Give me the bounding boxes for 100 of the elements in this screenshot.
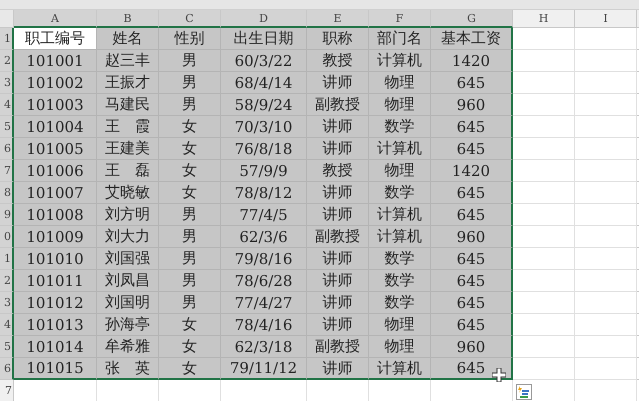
row-header[interactable]: 5 (0, 116, 14, 138)
column-header[interactable]: F (369, 10, 431, 28)
table-cell: 101002 (14, 72, 97, 94)
table-cell: 男 (159, 292, 221, 314)
table-cell: 马建民 (97, 94, 159, 116)
table-cell: 68/4/14 (221, 72, 307, 94)
column-header[interactable]: D (221, 10, 307, 28)
table-cell: 78/8/12 (221, 182, 307, 204)
table-cell: 男 (159, 50, 221, 72)
table-cell: 77/4/5 (221, 204, 307, 226)
table-cell: 部门名 (369, 28, 431, 50)
table-cell: 62/3/18 (221, 336, 307, 358)
table-cell: 讲师 (307, 358, 369, 380)
table-cell: 101013 (14, 314, 97, 336)
column-header[interactable]: E (307, 10, 369, 28)
table-cell: 645 (431, 314, 513, 336)
table-cell: 76/8/18 (221, 138, 307, 160)
table-cell: 王 磊 (97, 160, 159, 182)
table-cell: 645 (431, 138, 513, 160)
table-cell: 职称 (307, 28, 369, 50)
table-cell: 58/9/24 (221, 94, 307, 116)
table-cell: 101007 (14, 182, 97, 204)
table-cell: 物理 (369, 160, 431, 182)
table-cell: 960 (431, 336, 513, 358)
table-cell: 刘大力 (97, 226, 159, 248)
table-cell: 计算机 (369, 226, 431, 248)
row-header[interactable]: 6 (0, 358, 14, 380)
table-cell: 男 (159, 94, 221, 116)
table-cell: 男 (159, 270, 221, 292)
table-cell: 刘凤昌 (97, 270, 159, 292)
table-cell: 数学 (369, 292, 431, 314)
row-header[interactable]: 2 (0, 270, 14, 292)
table-cell: 79/11/12 (221, 358, 307, 380)
table-cell: 刘国强 (97, 248, 159, 270)
table-cell: 60/3/22 (221, 50, 307, 72)
table-cell: 牟希雅 (97, 336, 159, 358)
row-header[interactable]: 5 (0, 336, 14, 358)
row-header[interactable]: 3 (0, 292, 14, 314)
table-cell: 78/6/28 (221, 270, 307, 292)
table-cell: 男 (159, 226, 221, 248)
column-header[interactable]: G (431, 10, 513, 28)
row-header[interactable]: 4 (0, 314, 14, 336)
column-header[interactable]: C (159, 10, 221, 28)
table-cell: 女 (159, 116, 221, 138)
table-cell: 数学 (369, 270, 431, 292)
table-cell: 教授 (307, 160, 369, 182)
table-cell: 101001 (14, 50, 97, 72)
table-cell: 645 (431, 270, 513, 292)
quick-analysis-icon[interactable] (516, 384, 532, 400)
table-cell: 645 (431, 116, 513, 138)
table-cell: 101008 (14, 204, 97, 226)
table-cell: 出生日期 (221, 28, 307, 50)
row-header[interactable]: 1 (0, 248, 14, 270)
table-cell: 101014 (14, 336, 97, 358)
table-cell: 女 (159, 182, 221, 204)
table-cell: 数学 (369, 182, 431, 204)
table-cell: 讲师 (307, 116, 369, 138)
row-header[interactable]: 3 (0, 72, 14, 94)
table-cell: 物理 (369, 94, 431, 116)
column-header[interactable]: I (575, 10, 637, 28)
table-cell: 645 (431, 292, 513, 314)
table-cell: 1420 (431, 160, 513, 182)
table-cell: 101006 (14, 160, 97, 182)
table-cell: 计算机 (369, 358, 431, 380)
row-header[interactable]: 6 (0, 138, 14, 160)
table-cell: 101005 (14, 138, 97, 160)
table-cell: 艾晓敏 (97, 182, 159, 204)
table-cell: 645 (431, 204, 513, 226)
table-cell: 男 (159, 204, 221, 226)
table-cell: 讲师 (307, 248, 369, 270)
table-cell: 数学 (369, 248, 431, 270)
table-cell: 101003 (14, 94, 97, 116)
table-cell: 赵三丰 (97, 50, 159, 72)
table-cell: 645 (431, 248, 513, 270)
row-header[interactable]: 9 (0, 204, 14, 226)
table-cell: 101012 (14, 292, 97, 314)
table-cell: 王建美 (97, 138, 159, 160)
table-cell: 101011 (14, 270, 97, 292)
row-header[interactable]: 4 (0, 94, 14, 116)
table-cell: 女 (159, 160, 221, 182)
table-cell: 960 (431, 226, 513, 248)
table-cell: 副教授 (307, 94, 369, 116)
row-header[interactable]: 0 (0, 226, 14, 248)
column-header[interactable]: H (513, 10, 575, 28)
table-cell: 女 (159, 358, 221, 380)
row-header[interactable]: 7 (0, 160, 14, 182)
table-cell: 78/4/16 (221, 314, 307, 336)
table-cell: 王 霞 (97, 116, 159, 138)
row-header[interactable]: 1 (0, 28, 14, 50)
table-cell: 男 (159, 72, 221, 94)
table-cell: 讲师 (307, 314, 369, 336)
column-header[interactable]: A (14, 10, 97, 28)
row-header[interactable]: 2 (0, 50, 14, 72)
table-cell: 男 (159, 248, 221, 270)
row-header[interactable]: 8 (0, 182, 14, 204)
row-header[interactable]: 7 (0, 380, 14, 401)
table-cell: 62/3/6 (221, 226, 307, 248)
table-cell: 职工编号 (14, 28, 97, 50)
column-header[interactable]: B (97, 10, 159, 28)
table-cell: 645 (431, 358, 513, 380)
